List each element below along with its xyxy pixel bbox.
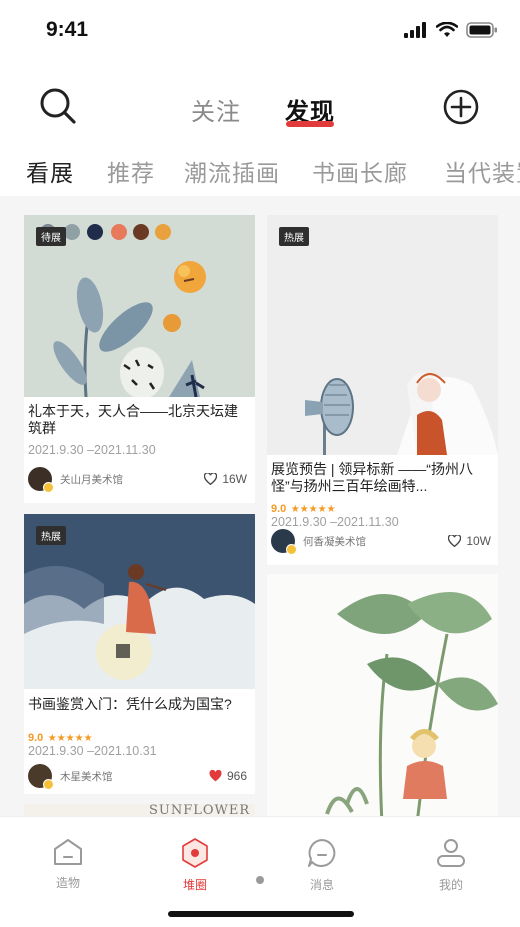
nav-item-profile[interactable]: 我的 [421, 837, 481, 893]
heart-outline-icon [204, 473, 218, 485]
status-badge: 热展 [36, 526, 66, 545]
status-icons [404, 22, 498, 38]
card-image [267, 574, 498, 816]
battery-icon [466, 22, 497, 38]
wifi-icon [436, 22, 458, 37]
nav-item-zaowu[interactable]: 造物 [38, 837, 98, 891]
status-time: 9:41 [46, 18, 89, 41]
feed: 待展 礼本于天，天人合——北京天坛建筑群 2021.9.30 –2021.11.… [0, 196, 520, 816]
card-date: 2021.9.30 –2021.10.31 [28, 744, 157, 758]
status-badge: 待展 [36, 227, 66, 246]
category-tab-kanzhan[interactable]: 看展 [26, 154, 74, 188]
card-image [267, 215, 498, 455]
category-tabs: 看展 推荐 潮流插画 书画长廊 当代装置 [0, 150, 520, 192]
exhibition-card[interactable]: 热展 书画鉴赏入门：凭什么成为国宝? 9.0 ★★★★★ 2021.9.30 –… [24, 514, 255, 794]
heart-outline-icon [448, 535, 462, 547]
signal-icon [404, 22, 426, 38]
avatar[interactable] [28, 467, 54, 493]
author-row: 关山月美术馆 16W [28, 467, 247, 493]
search-icon[interactable] [38, 86, 78, 126]
active-tab-indicator [286, 121, 334, 127]
like-count: 16W [222, 472, 247, 486]
nav-label: 堆圈 [182, 878, 207, 892]
heart-filled-icon [209, 770, 222, 782]
like-count: 10W [466, 534, 491, 548]
nav-label: 消息 [309, 878, 334, 892]
star-rating-icon: ★★★★★ [47, 733, 93, 744]
category-tab-calligraphy[interactable]: 书画长廊 [312, 154, 408, 188]
nav-item-duiquan[interactable]: 堆圈 [165, 837, 225, 893]
exhibition-card[interactable]: 热展 展览预告 | 领异标新 ——“扬州八怪”与扬州三百年绘画特... 9.0 … [267, 215, 498, 565]
author-name[interactable]: 木星美术馆 [60, 769, 113, 784]
nav-item-messages[interactable]: 消息 [292, 837, 352, 893]
card-date: 2021.9.30 –2021.11.30 [28, 443, 156, 457]
avatar[interactable] [271, 529, 297, 555]
card-date: 2021.9.30 –2021.11.30 [271, 515, 399, 529]
author-row: 何香凝美术馆 10W [271, 529, 491, 555]
card-title: 书画鉴赏入门：凭什么成为国宝? [28, 696, 232, 712]
nav-label: 造物 [55, 876, 80, 890]
like-button[interactable]: 16W [204, 472, 247, 486]
category-tab-installation[interactable]: 当代装置 [444, 154, 520, 188]
card-image-text: SUNFLOWER [149, 804, 251, 816]
card-title: 礼本于天，天人合——北京天坛建筑群 [28, 403, 238, 436]
home-icon [54, 839, 82, 865]
tab-follow[interactable]: 关注 [191, 92, 241, 127]
category-tab-recommend[interactable]: 推荐 [107, 154, 155, 188]
rating-score: 9.0 [271, 503, 287, 515]
exhibition-card[interactable] [267, 574, 498, 816]
like-button[interactable]: 10W [448, 534, 491, 548]
exhibition-card[interactable]: 待展 礼本于天，天人合——北京天坛建筑群 2021.9.30 –2021.11.… [24, 215, 255, 503]
profile-icon [437, 839, 465, 867]
message-icon [308, 839, 336, 867]
like-button[interactable]: 966 [209, 769, 247, 783]
page-dot-indicator [256, 876, 264, 884]
circle-hex-icon [182, 838, 208, 868]
star-rating-icon: ★★★★★ [290, 504, 336, 515]
like-count: 966 [226, 769, 247, 783]
author-name[interactable]: 何香凝美术馆 [303, 534, 366, 549]
category-tab-illustration[interactable]: 潮流插画 [184, 154, 280, 188]
author-name[interactable]: 关山月美术馆 [60, 472, 123, 487]
status-badge: 热展 [279, 227, 309, 246]
author-row: 木星美术馆 966 [28, 764, 247, 790]
avatar[interactable] [28, 764, 54, 790]
card-title: 展览预告 | 领异标新 ——“扬州八怪”与扬州三百年绘画特... [271, 461, 473, 494]
exhibition-card[interactable]: SUNFLOWER [24, 804, 255, 816]
add-icon[interactable] [443, 89, 479, 125]
rating-score: 9.0 [28, 732, 44, 744]
home-indicator[interactable] [168, 911, 354, 917]
nav-label: 我的 [438, 878, 463, 892]
